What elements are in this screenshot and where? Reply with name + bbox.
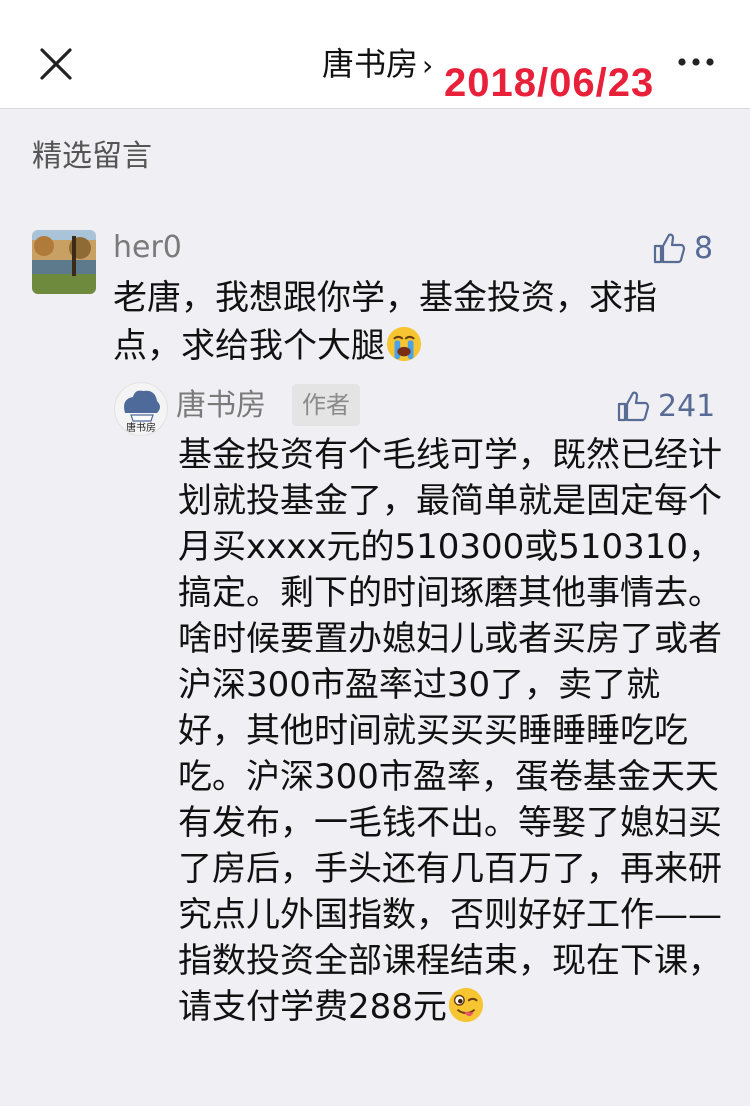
reply-content: 基金投资有个毛线可学，既然已经计划就投基金了，最简单就是固定每个月买xxxx元的… — [178, 432, 726, 1030]
chevron-right-icon: › — [422, 49, 434, 82]
thumbs-up-icon — [653, 233, 686, 264]
close-icon — [40, 48, 72, 80]
reply-like-button[interactable]: 241 — [616, 386, 715, 426]
author-avatar-caption: 唐书房 — [126, 421, 156, 434]
commenter-name[interactable]: her0 — [113, 228, 182, 268]
close-button[interactable] — [36, 44, 76, 84]
comment-content: 老唐，我想跟你学，基金投资，求指点，求给我个大腿 — [113, 274, 723, 370]
section-title: 精选留言 — [32, 139, 152, 174]
author-avatar[interactable]: 唐书房 — [114, 382, 168, 436]
reply-text: 基金投资有个毛线可学，既然已经计划就投基金了，最简单就是固定每个月买xxxx元的… — [178, 435, 723, 1027]
winking-tongue-face-emoji — [448, 987, 484, 1023]
commenter-avatar[interactable] — [32, 230, 96, 294]
reply-like-count: 241 — [658, 388, 716, 424]
more-button[interactable] — [676, 50, 716, 74]
comment-like-button[interactable]: 8 — [652, 228, 713, 268]
date-stamp: 2018/06/23 — [444, 61, 655, 105]
page-title: 唐书房 — [322, 45, 419, 83]
comment-like-count: 8 — [694, 230, 714, 266]
crying-face-emoji — [386, 326, 422, 362]
more-dots-icon — [678, 58, 714, 66]
author-name[interactable]: 唐书房 — [176, 386, 266, 426]
author-badge: 作者 — [292, 384, 360, 426]
thumbs-up-icon — [617, 391, 650, 422]
account-title-link[interactable]: 唐书房 › — [322, 44, 433, 86]
